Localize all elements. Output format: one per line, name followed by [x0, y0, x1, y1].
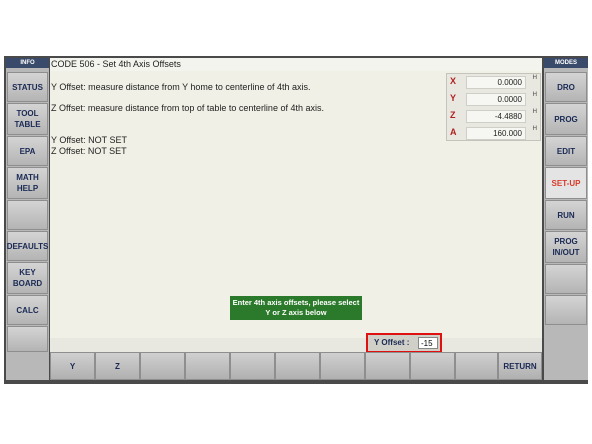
function-key-5[interactable] — [230, 352, 275, 380]
run-button[interactable]: RUN — [545, 200, 587, 230]
function-key-4[interactable] — [185, 352, 230, 380]
axis-value: 0.0000 — [466, 76, 526, 89]
z-offset-instruction: Z Offset: measure distance from top of t… — [51, 103, 324, 113]
axis-unit: H — [532, 126, 537, 132]
edit-button[interactable]: EDIT — [545, 136, 587, 166]
prog-button[interactable]: PROG — [545, 103, 587, 135]
axis-unit: H — [532, 92, 537, 98]
bezel — [0, 384, 592, 444]
tool-table-button[interactable]: TOOL TABLE — [7, 103, 48, 135]
defaults-button[interactable]: DEFAULTS — [7, 231, 48, 261]
z-axis-button[interactable]: Z — [95, 352, 140, 380]
page-title: CODE 506 - Set 4th Axis Offsets — [50, 58, 542, 71]
status-button[interactable]: STATUS — [7, 72, 48, 102]
left-blank-button-2[interactable] — [7, 326, 48, 352]
axis-unit: H — [532, 75, 537, 81]
return-button[interactable]: RETURN — [498, 352, 542, 380]
keyboard-button[interactable]: KEY BOARD — [7, 262, 48, 294]
y-offset-entry[interactable]: Y Offset : -15 — [366, 333, 442, 353]
axis-label: X — [450, 76, 457, 86]
y-axis-button[interactable]: Y — [50, 352, 95, 380]
y-offset-instruction: Y Offset: measure distance from Y home t… — [51, 82, 311, 92]
axis-label: A — [450, 127, 457, 137]
info-header: INFO — [6, 58, 49, 68]
function-key-8[interactable] — [365, 352, 410, 380]
right-blank-button-2[interactable] — [545, 295, 587, 325]
modes-panel: MODES DRO PROG EDIT SET-UP RUN PROG IN/O… — [544, 58, 588, 380]
axis-unit: H — [532, 109, 537, 115]
axis-value: 0.0000 — [466, 93, 526, 106]
setup-button[interactable]: SET-UP — [545, 167, 587, 199]
function-key-7[interactable] — [320, 352, 365, 380]
position-readout: X 0.0000 H Y 0.0000 H Z -4.4880 H A 160.… — [446, 73, 541, 141]
coord-row-z: Z -4.4880 H — [447, 109, 540, 125]
coord-row-y: Y 0.0000 H — [447, 92, 540, 108]
epa-button[interactable]: EPA — [7, 136, 48, 166]
axis-label: Z — [450, 110, 456, 120]
function-key-10[interactable] — [455, 352, 498, 380]
axis-label: Y — [450, 93, 457, 103]
z-offset-status: Z Offset: NOT SET — [51, 146, 127, 156]
right-blank-button-1[interactable] — [545, 264, 587, 294]
prog-in-out-button[interactable]: PROG IN/OUT — [545, 231, 587, 263]
axis-value: 160.000 — [466, 127, 526, 140]
calc-button[interactable]: CALC — [7, 295, 48, 325]
function-key-9[interactable] — [410, 352, 455, 380]
function-key-bar: Y Z RETURN — [50, 352, 542, 380]
function-key-6[interactable] — [275, 352, 320, 380]
axis-value: -4.4880 — [466, 110, 526, 123]
coord-row-a: A 160.000 H — [447, 126, 540, 142]
math-help-button[interactable]: MATH HELP — [7, 167, 48, 199]
y-offset-status: Y Offset: NOT SET — [51, 135, 128, 145]
y-offset-label: Y Offset : — [374, 338, 410, 347]
y-offset-input[interactable]: -15 — [418, 337, 438, 349]
modes-header: MODES — [544, 58, 588, 68]
left-blank-button-1[interactable] — [7, 200, 48, 230]
coord-row-x: X 0.0000 H — [447, 75, 540, 91]
info-panel: INFO STATUS TOOL TABLE EPA MATH HELP DEF… — [6, 58, 49, 380]
dro-button[interactable]: DRO — [545, 72, 587, 102]
prompt-message: Enter 4th axis offsets, please select Y … — [230, 296, 362, 320]
function-key-3[interactable] — [140, 352, 185, 380]
input-strip — [50, 338, 542, 352]
